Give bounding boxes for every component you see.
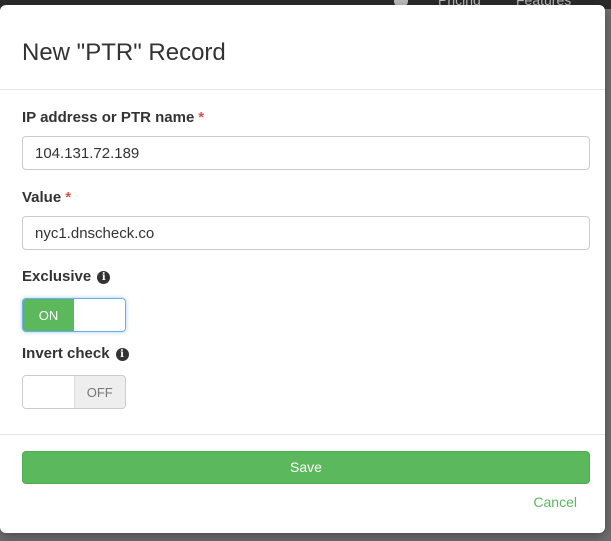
invert-check-toggle[interactable]: OFF	[22, 375, 126, 409]
toggle-on-label: ON	[23, 299, 74, 331]
invert-check-label: Invert check i	[22, 345, 129, 362]
cancel-link[interactable]: Cancel	[533, 494, 577, 510]
modal-title: New "PTR" Record	[22, 39, 226, 66]
ip-address-input[interactable]	[22, 136, 590, 170]
info-circle-icon[interactable]: i	[97, 271, 111, 284]
toggle-handle	[74, 299, 125, 331]
modal-footer-divider	[0, 434, 605, 435]
value-field-label: Value *	[22, 189, 72, 206]
exclusive-toggle[interactable]: ON	[22, 298, 126, 332]
required-asterisk: *	[65, 189, 72, 206]
save-button[interactable]: Save	[22, 451, 590, 484]
ptr-record-modal: New "PTR" Record IP address or PTR name *…	[0, 5, 605, 533]
value-input[interactable]	[22, 216, 590, 250]
toggle-handle	[23, 376, 74, 408]
info-circle-icon[interactable]: i	[115, 348, 129, 361]
modal-header: New "PTR" Record	[0, 5, 605, 90]
toggle-off-label: OFF	[73, 376, 125, 408]
required-asterisk: *	[198, 109, 205, 126]
exclusive-label: Exclusive i	[22, 268, 111, 285]
ip-field-label: IP address or PTR name *	[22, 109, 205, 126]
